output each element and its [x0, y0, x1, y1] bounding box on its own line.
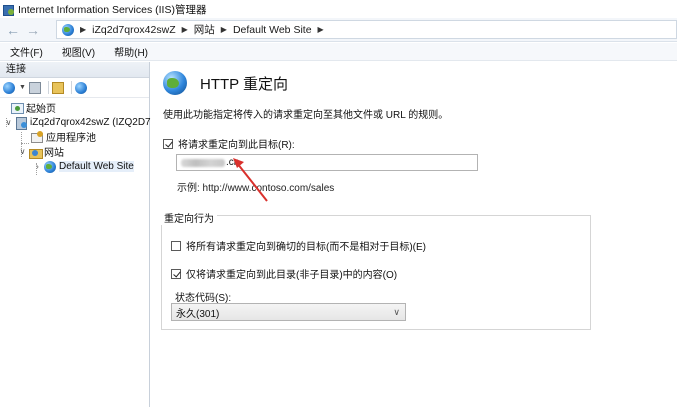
globe-icon — [62, 23, 74, 36]
redacted-domain — [181, 158, 225, 167]
status-code-select[interactable]: 永久(301) ∨ — [171, 303, 406, 321]
breadcrumb[interactable]: ▶ iZq2d7qrox42swZ ▶ 网站 ▶ Default Web Sit… — [56, 20, 677, 39]
breadcrumb-default-site[interactable]: Default Web Site — [233, 24, 312, 36]
breadcrumb-server[interactable]: iZq2d7qrox42swZ — [92, 24, 175, 36]
tree-item-sites[interactable]: ∨ 网站 — [18, 144, 64, 159]
redirect-example: 示例: http://www.contoso.com/sales — [177, 183, 335, 194]
http-redirect-globe-icon — [163, 71, 187, 95]
save-icon[interactable] — [28, 81, 41, 94]
menu-help[interactable]: 帮助(H) — [104, 44, 157, 59]
app-pool-icon — [31, 130, 43, 143]
redirect-to-destination-row[interactable]: 将请求重定向到此目标(R): — [163, 136, 295, 151]
redirect-to-destination-label: 将请求重定向到此目标(R): — [178, 140, 295, 151]
iis-app-icon — [3, 4, 14, 16]
only-this-directory-checkbox[interactable] — [171, 268, 181, 279]
expand-arrow-icon[interactable]: ∨ — [18, 147, 27, 156]
menu-file[interactable]: 文件(F) — [0, 44, 52, 59]
connections-pane: 连接 ▼ 起始页 ∨ iZq2d7qrox42swZ (IZQ2D7 应用程序池… — [0, 62, 151, 407]
exact-destination-checkbox[interactable] — [171, 240, 181, 251]
tree-item-default-web-site[interactable]: › Default Web Site — [33, 159, 134, 174]
only-this-directory-label: 仅将请求重定向到此目录(非子目录)中的内容(O) — [186, 270, 398, 281]
status-code-value: 永久(301) — [176, 308, 220, 320]
chevron-down-icon[interactable]: ▼ — [19, 84, 26, 91]
connect-globe-icon[interactable] — [3, 81, 15, 94]
connections-header: 连接 — [0, 62, 149, 78]
chevron-right-icon[interactable]: ▶ — [80, 25, 86, 34]
server-icon — [15, 116, 27, 130]
exact-destination-row[interactable]: 将所有请求重定向到确切的目标(而不是相对于目标)(E) — [171, 238, 426, 253]
connections-globe-icon[interactable] — [74, 81, 87, 94]
chevron-right-icon[interactable]: › — [33, 162, 42, 171]
chevron-right-icon[interactable]: ▶ — [221, 25, 227, 34]
feature-pane: HTTP 重定向 使用此功能指定将传入的请求重定向至其他文件或 URL 的规则。… — [151, 62, 677, 407]
start-page-icon — [11, 102, 24, 114]
redirect-to-destination-checkbox[interactable] — [163, 138, 173, 149]
feature-description: 使用此功能指定将传入的请求重定向至其他文件或 URL 的规则。 — [163, 110, 449, 121]
window-title: Internet Information Services (IIS)管理器 — [18, 3, 207, 16]
toolbar-divider — [47, 81, 49, 94]
redirect-url-input[interactable]: .cn — [176, 154, 478, 171]
redirect-behavior-title: 重定向行为 — [161, 210, 217, 225]
chevron-down-icon: ∨ — [393, 307, 400, 317]
only-this-directory-row[interactable]: 仅将请求重定向到此目录(非子目录)中的内容(O) — [171, 266, 397, 281]
breadcrumb-sites[interactable]: 网站 — [194, 22, 215, 37]
sites-folder-icon — [29, 146, 43, 159]
redirect-url-suffix: .cn — [226, 157, 240, 168]
tree-item-app-pools[interactable]: 应用程序池 — [31, 129, 96, 144]
exact-destination-label: 将所有请求重定向到确切的目标(而不是相对于目标)(E) — [186, 242, 426, 253]
website-globe-icon — [44, 160, 56, 173]
menu-view[interactable]: 视图(V) — [52, 44, 104, 59]
window-titlebar: Internet Information Services (IIS)管理器 — [0, 0, 677, 18]
toolbar-divider — [70, 81, 72, 94]
connections-toolbar: ▼ — [0, 78, 149, 98]
menu-bar: 文件(F) 视图(V) 帮助(H) — [0, 43, 677, 61]
tree-item-start-page[interactable]: 起始页 — [11, 100, 56, 115]
address-bar: ← → ▶ iZq2d7qrox42swZ ▶ 网站 ▶ Default Web… — [0, 18, 677, 42]
connections-tree: 起始页 ∨ iZq2d7qrox42swZ (IZQ2D7 应用程序池 ∨ 网站… — [0, 98, 151, 175]
feature-header: HTTP 重定向 — [163, 71, 288, 95]
back-arrow-icon[interactable]: ← — [4, 21, 22, 39]
chevron-right-icon[interactable]: ▶ — [318, 25, 324, 34]
status-code-label: 状态代码(S): — [175, 293, 232, 304]
tree-item-server[interactable]: ∨ iZq2d7qrox42swZ (IZQ2D7 — [4, 115, 151, 130]
expand-arrow-icon[interactable]: ∨ — [4, 118, 13, 127]
forward-arrow-icon[interactable]: → — [24, 21, 42, 39]
page-title: HTTP 重定向 — [200, 75, 289, 93]
up-folder-icon[interactable] — [51, 81, 64, 94]
chevron-right-icon[interactable]: ▶ — [182, 25, 188, 34]
